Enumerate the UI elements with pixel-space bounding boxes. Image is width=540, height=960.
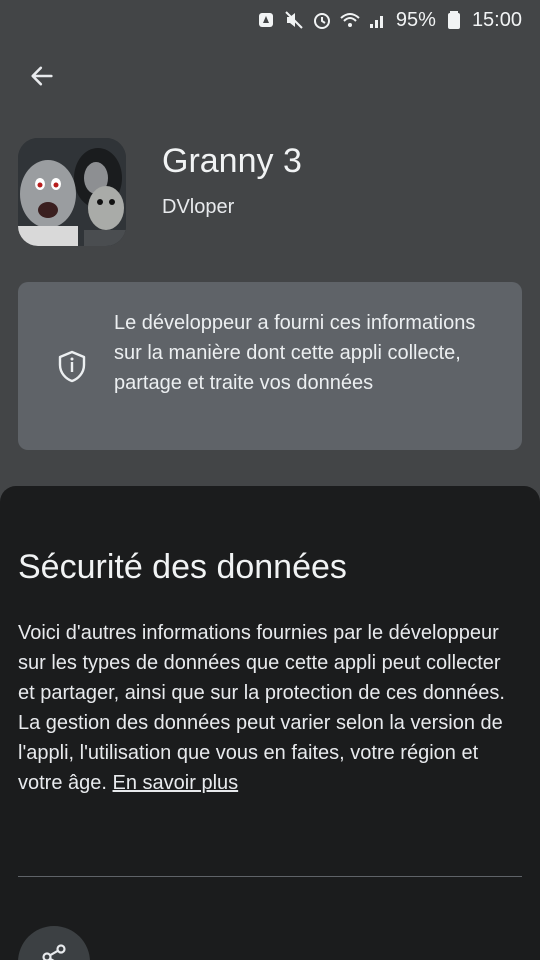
battery-icon (444, 10, 464, 30)
learn-more-link[interactable]: En savoir plus (113, 772, 239, 794)
clock: 15:00 (471, 8, 522, 31)
share-icon (39, 926, 69, 960)
sheet-body-text: Voici d'autres informations fournies par… (18, 622, 505, 794)
divider (18, 876, 522, 877)
sheet-title: Sécurité des données (18, 548, 347, 586)
app-title: Granny 3 (162, 142, 302, 180)
wifi-icon (340, 10, 360, 30)
alarm-icon (312, 10, 332, 30)
app-icon (18, 138, 126, 246)
notification-icon (256, 10, 276, 30)
mute-icon (284, 10, 304, 30)
share-button[interactable] (18, 926, 90, 960)
back-button[interactable] (22, 58, 62, 98)
data-info-card: Le développeur a fourni ces informations… (18, 282, 522, 450)
battery-percent: 95% (395, 8, 436, 31)
shield-icon (54, 348, 90, 384)
info-card-text: Le développeur a fourni ces informations… (114, 312, 476, 394)
signal-icon (368, 10, 388, 30)
status-bar: 95% 15:00 (0, 0, 540, 40)
data-safety-sheet: Sécurité des données Voici d'autres info… (0, 486, 540, 960)
sheet-body: Voici d'autres informations fournies par… (18, 618, 522, 798)
app-developer: DVloper (162, 196, 235, 218)
arrow-back-icon (28, 62, 56, 95)
